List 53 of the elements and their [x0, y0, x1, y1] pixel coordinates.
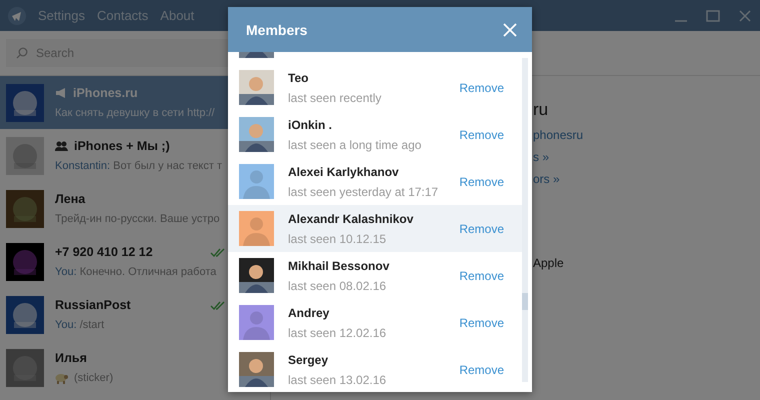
member-row[interactable]: Sergey last seen 13.02.16 Remove — [228, 346, 522, 392]
message-preview: You: Конечно. Отличная работа — [55, 266, 216, 278]
group-icon — [55, 141, 68, 151]
menu-item[interactable]: Contacts — [96, 8, 148, 23]
remove-button[interactable]: Remove — [459, 80, 504, 94]
menu-item[interactable]: Settings — [38, 8, 85, 23]
channel-description: Apple — [533, 256, 565, 270]
chat-name: Илья — [55, 351, 87, 365]
scrollbar[interactable] — [522, 58, 528, 382]
member-status: last seen yesterday at 17:17 — [288, 184, 440, 198]
member-name: Alexandr Kalashnikov — [288, 212, 414, 226]
search-icon — [16, 47, 28, 59]
chat-name: iPhones.ru — [73, 86, 138, 100]
remove-button[interactable]: Remove — [459, 174, 504, 188]
member-row[interactable]: Alexandr Kalashnikov last seen 10.12.15 Remove — [228, 205, 522, 252]
remove-button[interactable]: Remove — [459, 222, 504, 236]
member-name: Andrey — [288, 306, 330, 320]
info-link[interactable]: ors » — [533, 172, 760, 186]
chat-name: Лена — [55, 192, 86, 206]
chat-name: +7 920 410 12 12 — [55, 245, 153, 259]
member-name: Alexei Karlykhanov — [288, 164, 400, 178]
member-status: last seen 12.02.16 — [288, 326, 388, 340]
member-status: last seen 10.12.15 — [288, 232, 388, 246]
member-status: last seen 08.02.16 — [288, 278, 388, 292]
close-button[interactable] — [502, 22, 518, 38]
member-status: last seen recently — [288, 90, 382, 104]
message-preview: You: /start — [55, 319, 104, 331]
member-status: last seen a long time ago — [288, 138, 422, 152]
paper-plane-icon[interactable] — [8, 6, 26, 24]
chat-name: RussianPost — [55, 298, 131, 312]
dialog-title: Members — [246, 22, 308, 38]
remove-button[interactable]: Remove — [459, 268, 504, 282]
remove-button[interactable]: Remove — [459, 362, 504, 376]
megaphone-icon — [55, 88, 67, 98]
message-preview: (sticker) — [74, 372, 114, 384]
close-icon[interactable] — [738, 8, 752, 22]
message-preview: Трейд-ин по-русски. Ваше устро — [55, 213, 220, 225]
maximize-icon[interactable] — [706, 8, 720, 22]
member-name: Mikhail Bessonov — [288, 258, 390, 272]
member-name: Teo — [288, 70, 310, 84]
message-preview: Konstantin: Вот был у нас текст т — [55, 160, 222, 172]
remove-button[interactable]: Remove — [459, 128, 504, 142]
channel-link[interactable]: phonesru — [533, 128, 760, 142]
message-preview: Как снять девушку в сети http:// — [55, 107, 215, 119]
member-status: last seen 13.02.16 — [288, 372, 388, 386]
member-name: iOnkin . — [288, 118, 334, 132]
member-name: Sergey — [288, 352, 330, 366]
chat-name: iPhones + Мы ;) — [74, 139, 170, 153]
channel-title: ru — [533, 100, 550, 120]
menu-item[interactable]: About — [160, 8, 194, 23]
close-icon — [502, 22, 518, 38]
info-link[interactable]: s » — [533, 150, 760, 164]
remove-button[interactable]: Remove — [459, 316, 504, 330]
